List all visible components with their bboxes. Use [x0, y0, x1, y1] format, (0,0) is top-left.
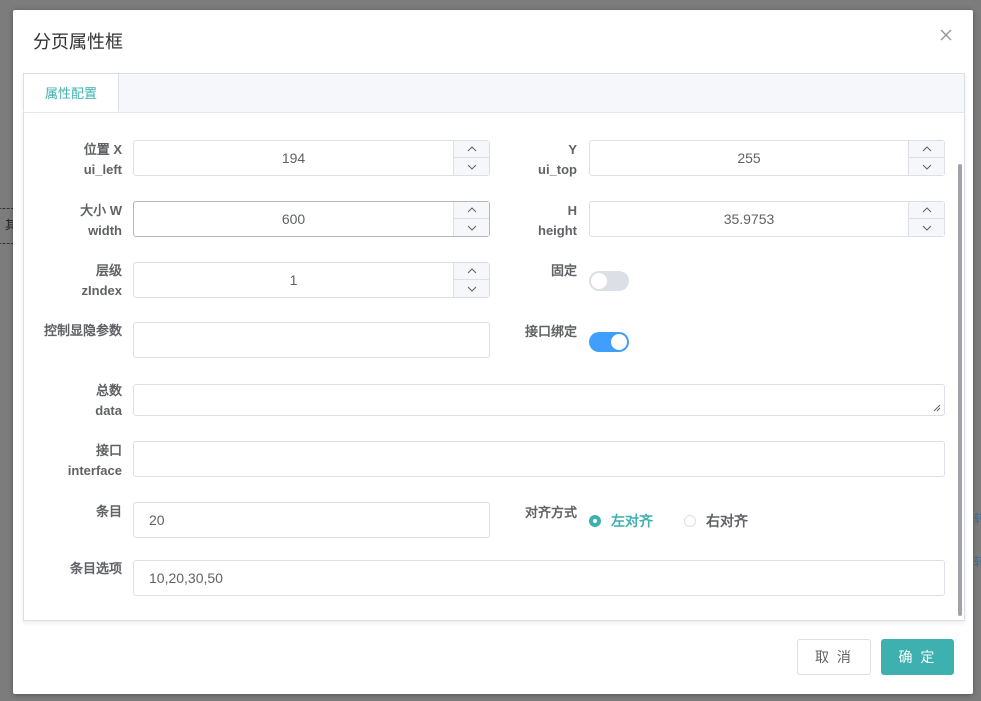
api-binding-toggle[interactable]: [589, 332, 629, 352]
pagination-properties-dialog: 分页属性框 属性配置 位置 X ui_left 194 Y ui_top 255: [13, 10, 973, 694]
tabs-header: 属性配置: [23, 73, 964, 113]
zindex-label: 层级 zIndex: [24, 261, 122, 301]
decrease-button[interactable]: [909, 219, 944, 236]
item-options-input[interactable]: 10,20,30,50: [133, 560, 945, 596]
zindex-label-line2: zIndex: [81, 283, 122, 298]
fixed-label: 固定: [550, 263, 577, 278]
background-text-fragment: 转: [974, 555, 981, 569]
cancel-button[interactable]: 取 消: [797, 639, 871, 675]
pos-x-number-input[interactable]: 194: [133, 140, 490, 176]
dialog-title: 分页属性框: [33, 32, 123, 52]
chevron-down-icon: [922, 225, 931, 231]
zindex-value[interactable]: 1: [134, 263, 453, 297]
interface-label-line2: interface: [67, 463, 122, 478]
total-data-textarea[interactable]: [133, 384, 945, 416]
align-left-radio[interactable]: 左对齐: [589, 511, 653, 531]
zindex-label-line1: 层级: [95, 263, 122, 278]
background-text-fragment: 转: [974, 512, 981, 526]
size-h-label: H height: [484, 201, 577, 241]
chevron-up-icon: [922, 207, 931, 213]
resize-handle-icon[interactable]: [933, 404, 941, 412]
size-h-label-line1: H: [567, 203, 577, 218]
size-w-label-line1: 大小 W: [80, 203, 122, 218]
toggle-knob: [591, 273, 607, 289]
tabs-card: 属性配置 位置 X ui_left 194 Y ui_top 255 大小 W …: [23, 73, 965, 621]
tab-property-config[interactable]: 属性配置: [23, 73, 119, 112]
chevron-down-icon: [922, 164, 931, 170]
pos-y-label-line1: Y: [568, 142, 577, 157]
close-icon[interactable]: [939, 28, 953, 42]
visibility-param-label: 控制显隐参数: [43, 323, 122, 338]
interface-input[interactable]: [133, 441, 945, 477]
increase-button[interactable]: [909, 141, 944, 158]
items-label: 条目: [95, 504, 122, 519]
pos-y-number-input[interactable]: 255: [589, 140, 945, 176]
chevron-up-icon: [467, 207, 476, 213]
scrollbar-thumb[interactable]: [958, 164, 962, 616]
chevron-up-icon: [922, 146, 931, 152]
item-options-value[interactable]: 10,20,30,50: [149, 561, 223, 595]
size-h-spinner: [908, 202, 944, 236]
visibility-param-input[interactable]: [133, 322, 490, 358]
align-right-radio[interactable]: 右对齐: [684, 511, 748, 531]
decrease-button[interactable]: [454, 280, 489, 297]
radio-checked-icon: [589, 515, 601, 527]
pos-y-label-line2: ui_top: [538, 162, 577, 177]
align-label: 对齐方式: [524, 505, 577, 520]
size-w-label: 大小 W width: [24, 201, 122, 241]
size-w-label-line2: width: [88, 223, 122, 238]
size-w-number-input[interactable]: 600: [133, 201, 490, 237]
interface-label-line1: 接口: [95, 443, 122, 458]
fixed-toggle[interactable]: [589, 271, 629, 291]
decrease-button[interactable]: [909, 158, 944, 175]
chevron-down-icon: [467, 225, 476, 231]
total-data-label: 总数 data: [24, 381, 122, 421]
chevron-down-icon: [467, 164, 476, 170]
size-w-value[interactable]: 600: [134, 202, 453, 236]
total-data-label-line2: data: [95, 403, 122, 418]
chevron-down-icon: [467, 286, 476, 292]
pos-y-label: Y ui_top: [484, 140, 577, 180]
interface-label: 接口 interface: [24, 441, 122, 481]
pos-x-label-line2: ui_left: [83, 162, 122, 177]
pos-y-value[interactable]: 255: [590, 141, 908, 175]
items-value[interactable]: 20: [149, 503, 165, 537]
item-options-label: 条目选项: [69, 561, 122, 576]
pos-y-spinner: [908, 141, 944, 175]
scrollbar[interactable]: [956, 164, 962, 616]
size-h-value[interactable]: 35.9753: [590, 202, 908, 236]
pos-x-value[interactable]: 194: [134, 141, 453, 175]
radio-unchecked-icon: [684, 515, 696, 527]
toggle-knob: [611, 334, 627, 350]
size-h-number-input[interactable]: 35.9753: [589, 201, 945, 237]
zindex-number-input[interactable]: 1: [133, 262, 490, 298]
align-left-label: 左对齐: [611, 513, 653, 529]
confirm-button[interactable]: 确 定: [881, 639, 954, 675]
chevron-up-icon: [467, 268, 476, 274]
chevron-up-icon: [467, 146, 476, 152]
items-input[interactable]: 20: [133, 502, 490, 538]
total-data-label-line1: 总数: [95, 383, 122, 398]
size-h-label-line2: height: [538, 223, 577, 238]
pos-x-label: 位置 X ui_left: [24, 140, 122, 180]
api-binding-label: 接口绑定: [524, 324, 577, 339]
pos-x-label-line1: 位置 X: [83, 142, 122, 157]
align-right-label: 右对齐: [706, 513, 748, 529]
increase-button[interactable]: [909, 202, 944, 219]
